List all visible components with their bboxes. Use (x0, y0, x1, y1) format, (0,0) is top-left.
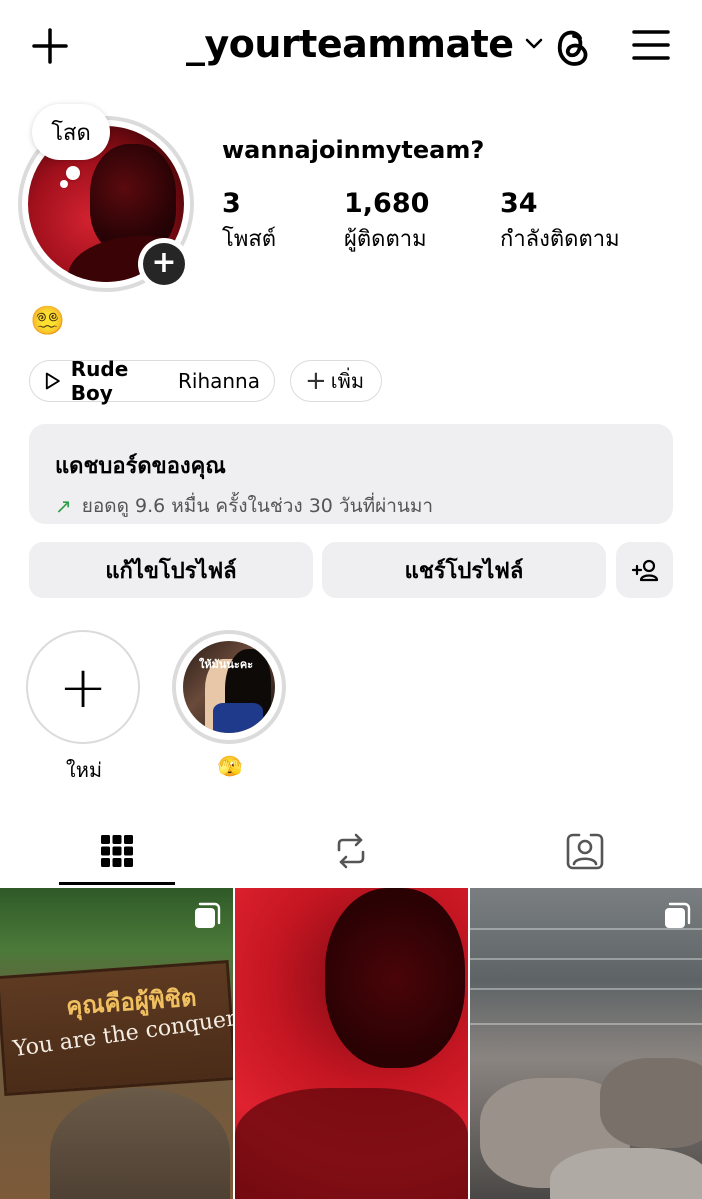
threads-icon[interactable] (552, 24, 592, 68)
followers-label: ผู้ติดตาม (344, 227, 427, 252)
song-title: Rude Boy (70, 357, 129, 405)
share-profile-button[interactable]: แชร์โปรไฟล์ (322, 542, 606, 598)
following-label: กำลังติดตาม (500, 227, 620, 252)
trend-up-arrow-icon: ↗ (55, 494, 72, 518)
following-count: 34 (500, 188, 538, 219)
dashboard-subtitle-row: ↗ ยอดดู 9.6 หมื่น ครั้งในช่วง 30 วันที่ผ… (55, 491, 647, 521)
highlight-cover-text: ให้มันนะคะ (199, 658, 254, 671)
highlight-new[interactable]: + ใหม่ (26, 630, 142, 786)
highlight-new-circle: + (26, 630, 140, 744)
highlight-item[interactable]: ให้มันนะคะ 🫣 (172, 630, 288, 778)
plus-icon: + (305, 366, 327, 396)
plus-icon: + (143, 243, 185, 285)
tab-tagged[interactable] (468, 816, 702, 886)
bio-emoji: 😵‍💫 (30, 304, 65, 337)
note-text: โสด (51, 120, 91, 146)
tab-posts-grid[interactable] (0, 816, 234, 886)
note-bubble-tail (66, 166, 80, 180)
professional-dashboard[interactable]: แดชบอร์ดของคุณ ↗ ยอดดู 9.6 หมื่น ครั้งใน… (29, 424, 673, 524)
posts-count: 3 (222, 188, 241, 219)
followers-count: 1,680 (344, 188, 430, 219)
dashboard-subtitle: ยอดดู 9.6 หมื่น ครั้งในช่วง 30 วันที่ผ่า… (81, 495, 434, 517)
note-bubble[interactable]: โสด (32, 104, 110, 160)
posts-grid: คุณคือผู้พิชิต You are the conqueror (0, 888, 702, 1199)
chevron-down-icon (525, 38, 542, 49)
highlight-label: 🫣 (217, 754, 243, 778)
carousel-icon (665, 902, 691, 928)
repost-icon (337, 833, 365, 869)
play-icon (45, 372, 60, 390)
song-artist: Rihanna (178, 369, 260, 393)
rock (600, 1058, 702, 1148)
top-header: _yourteammate (0, 0, 702, 96)
add-person-icon (631, 559, 658, 582)
dashboard-title: แดชบอร์ดของคุณ (55, 454, 226, 479)
stat-posts[interactable]: 3 โพสต์ (222, 188, 276, 256)
hamburger-menu-icon[interactable] (632, 28, 670, 62)
add-story-button[interactable]: + (138, 238, 190, 290)
highlight-label: ใหม่ (65, 758, 103, 782)
stat-following[interactable]: 34 กำลังติดตาม (500, 188, 620, 256)
portrait-silhouette (325, 888, 465, 1068)
highlight-cover-image: ให้มันนะคะ (183, 641, 275, 733)
account-switcher[interactable]: _yourteammate (186, 22, 544, 66)
tab-reposts[interactable] (234, 816, 468, 886)
stat-followers[interactable]: 1,680 ผู้ติดตาม (344, 188, 429, 256)
rock (550, 1148, 702, 1199)
posts-label: โพสต์ (222, 227, 277, 252)
note-bubble-tail-small (60, 180, 68, 188)
plus-icon[interactable] (30, 26, 70, 66)
tree-stump (50, 1088, 230, 1199)
add-link-chip[interactable]: + เพิ่ม (290, 360, 382, 402)
plus-icon: + (58, 653, 108, 721)
carousel-icon (195, 902, 221, 928)
edit-profile-button[interactable]: แก้ไขโปรไฟล์ (29, 542, 313, 598)
post-thumbnail[interactable] (470, 888, 702, 1199)
add-label: เพิ่ม (330, 369, 364, 393)
grid-icon (101, 835, 133, 867)
post-thumbnail[interactable]: คุณคือผู้พิชิต You are the conqueror (0, 888, 233, 1199)
active-tab-indicator (59, 882, 175, 885)
portrait-body (235, 1088, 468, 1199)
discover-people-button[interactable] (616, 542, 673, 598)
username: _yourteammate (186, 22, 514, 66)
post-thumbnail[interactable] (235, 888, 468, 1199)
highlight-cover-ring: ให้มันนะคะ (172, 630, 286, 744)
display-name: wannajoinmyteam? (222, 136, 485, 164)
tagged-person-icon (566, 833, 604, 870)
profile-tabs (0, 816, 702, 886)
music-chip[interactable]: Rude Boy Rihanna (29, 357, 275, 405)
